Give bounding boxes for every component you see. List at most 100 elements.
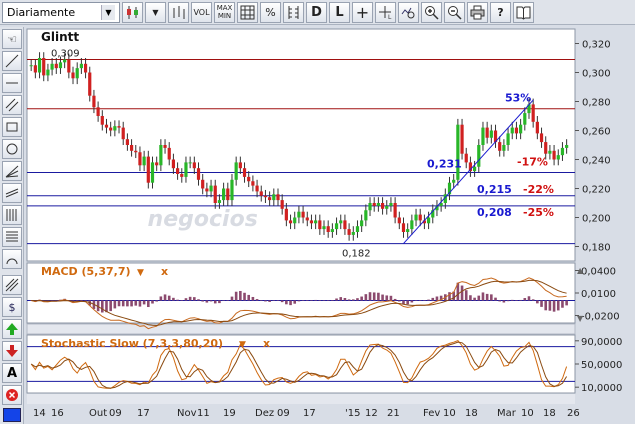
macd-histogram-bar [431,297,435,301]
x-tick-label: Mar [497,408,517,419]
l-button[interactable]: L [329,1,350,23]
trendline-tool-button[interactable] [2,51,22,71]
chart-area[interactable]: negocios Glintt 0,309 0,182 53% 0,231 -17% 0,21… [25,27,635,424]
y-tick-label: 0,320 [582,40,611,51]
rectangle-tool-button[interactable] [2,117,22,137]
x-tick-label: 10 [443,408,456,419]
x-tick-label: '15 [345,408,360,419]
fan-tool-button[interactable] [2,161,22,181]
candle-body [284,208,288,221]
hatch-tool-button[interactable] [2,275,22,295]
percent-button[interactable]: % [260,1,281,23]
macd-histogram-bar [247,294,251,301]
chevron-down-icon[interactable]: ▼ [101,4,115,20]
macd-histogram-bar [159,296,163,301]
grid-button[interactable] [237,1,258,23]
candle-body [326,226,330,232]
candle-body [414,214,418,221]
candle-body [456,124,460,180]
candle-body [531,104,535,122]
candle-body [92,95,96,108]
help-button[interactable]: ? [490,1,511,23]
chart-type-dropdown[interactable]: ▼ [145,1,166,23]
x-tick-label: 17 [303,408,316,419]
fibonacci-tool-button[interactable] [2,205,22,225]
x-tick-label: 09 [277,408,290,419]
maxmin-button[interactable]: MAX MIN [214,1,235,23]
trendline-icon [5,54,19,68]
print-button[interactable] [467,1,488,23]
crosshair-label-button[interactable]: L [375,1,396,23]
y-tick-label: 0,260 [582,127,611,138]
candle-body [305,217,309,221]
channel-tool-button[interactable] [2,183,22,203]
candle-body [385,205,389,209]
y-tick-label: 50,0000 [581,360,622,371]
hand-tool-button[interactable]: ☜ [2,29,22,49]
d-button[interactable]: D [306,1,327,23]
panel-splitter [26,323,576,335]
fibonacci-retracement-tool-button[interactable] [2,227,22,247]
candle-body [117,126,121,128]
candle-body [100,116,104,125]
macd-histogram-bar [301,300,305,301]
zoom-in-button[interactable] [421,1,442,23]
macd-histogram-bar [377,292,380,301]
color-swatch[interactable] [3,408,21,422]
macd-histogram-bar [310,300,313,301]
close-icon: x [263,337,270,350]
candle-body [238,162,242,169]
scale-button[interactable] [283,1,304,23]
candle-body [368,203,372,211]
candle-body [58,62,63,69]
x-tick-label: 16 [51,408,64,419]
horizontal-line-icon [6,82,18,84]
candle-body [464,153,468,163]
hatch-icon [5,278,19,292]
macd-histogram-bar [193,297,196,301]
x-tick-label: Dez [255,408,274,419]
retracement-icon [6,231,18,242]
zoom-out-button[interactable] [444,1,465,23]
buy-signal-button[interactable] [2,319,22,339]
period-select[interactable]: Diariamente ▼ [2,1,120,23]
dollar-tool-button[interactable]: $ [2,297,22,317]
parallel-lines-tool-button[interactable] [2,95,22,115]
macd-histogram-bar [218,300,221,304]
candle-body [301,211,305,218]
macd-histogram-bar [121,300,125,307]
candle-body [205,188,209,192]
candle-body [372,203,376,206]
y-tick-label: 0,200 [582,214,611,225]
candle-body [209,185,213,192]
help-label: ? [497,5,504,19]
bar-chart-button[interactable] [168,1,189,23]
macd-histogram-bar [322,300,326,301]
candle-body [167,147,171,160]
macd-histogram-bar [389,295,393,301]
candlestick-type-button[interactable] [122,1,143,23]
candle-body [565,145,569,148]
arrow-down-icon [6,345,18,357]
zoom-out-icon [448,5,462,20]
delete-drawings-button[interactable] [2,385,22,405]
candle-body [360,220,364,227]
candle-body [481,127,485,145]
macd-histogram-bar [318,300,322,301]
macd-histogram-bar [255,299,259,301]
ellipse-tool-button[interactable] [2,139,22,159]
text-tool-button[interactable]: A [2,363,22,383]
arc-tool-button[interactable] [2,249,22,269]
zoom-area-button[interactable] [398,1,419,23]
candle-body [75,68,79,79]
sell-signal-button[interactable] [2,341,22,361]
book-button[interactable] [513,1,534,23]
vol-button[interactable]: VOL [191,1,212,23]
candle-body [217,200,222,203]
horizontal-line-tool-button[interactable] [2,73,22,93]
macd-histogram-bar [510,299,514,301]
candle-body [351,232,355,235]
crosshair-button[interactable]: + [352,1,373,23]
macd-histogram-bar [414,300,418,301]
crosshair-label-icon: L [379,5,392,20]
